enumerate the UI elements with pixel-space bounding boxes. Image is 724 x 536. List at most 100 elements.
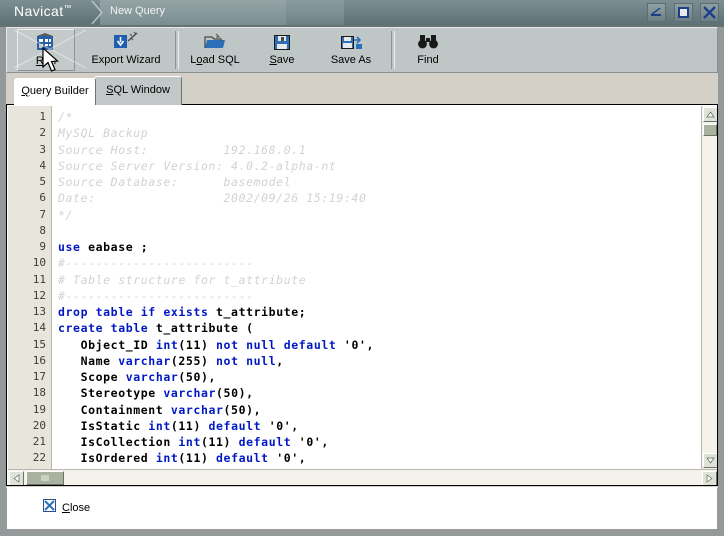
- tab-sql-window[interactable]: SQL Window: [94, 76, 182, 105]
- close-x-icon: [43, 499, 56, 517]
- line-number: 9: [39, 240, 46, 253]
- view-tabs: Query Builder SQL Window: [6, 73, 718, 107]
- line-number: 12: [32, 288, 46, 302]
- save-button[interactable]: Save: [251, 29, 313, 71]
- line-number-gutter: 1 2 3 4 5 6 7 8 9 10 11 12 13 14 15 16 17 18 19 20 21 22: [8, 106, 52, 469]
- tab-query-builder[interactable]: Query Builder: [14, 78, 96, 105]
- code-line: Stereotype varchar(50),: [58, 386, 254, 400]
- find-button[interactable]: Find: [397, 29, 459, 71]
- app-brand: Navicat™: [14, 3, 72, 19]
- code-token: (50),: [216, 386, 254, 401]
- code-token: /*: [58, 110, 74, 124]
- code-token: (255): [170, 353, 217, 368]
- horizontal-scroll-thumb[interactable]: [26, 471, 64, 485]
- line-number: 15: [32, 337, 46, 351]
- line-number: 1: [39, 110, 46, 123]
- document-title: New Query: [110, 5, 166, 17]
- save-as-button-label: Save As: [330, 54, 372, 66]
- code-token: varchar: [163, 386, 217, 401]
- code-token: (11): [200, 435, 239, 449]
- code-line: Source Server Version: 4.0.2-alpha-nt: [58, 159, 336, 173]
- sql-editor[interactable]: 1 2 3 4 5 6 7 8 9 10 11 12 13 14 15 16 17 18 19 20 21 22 /* My…: [8, 106, 717, 485]
- code-token: IsCollection: [58, 435, 179, 449]
- vertical-scroll-thumb[interactable]: [703, 124, 717, 136]
- line-number: 18: [32, 386, 46, 400]
- line-number: 20: [32, 418, 46, 432]
- scroll-right-button[interactable]: [702, 471, 717, 485]
- code-token: # Table structure for t_attribute: [58, 272, 307, 287]
- code-token: '0',: [261, 418, 299, 433]
- code-token: (50),: [178, 370, 217, 384]
- code-line: create table t_attribute (: [58, 321, 254, 335]
- export-wizard-button[interactable]: Export Wizard: [77, 29, 175, 71]
- navicat-query-window: Navicat™ New Query Run Export Wizard Loa…: [0, 0, 724, 536]
- main-toolbar: Run Export Wizard Load SQL Save Save As …: [6, 27, 718, 73]
- line-number: 2: [39, 126, 46, 140]
- toolbar-separator: [175, 31, 179, 69]
- title-document-band-secondary: [286, 0, 344, 25]
- code-line: IsStatic int(11) default '0',: [58, 419, 299, 433]
- export-wizard-button-label: Export Wizard: [91, 54, 161, 66]
- line-number: 17: [32, 370, 46, 383]
- run-button[interactable]: Run: [17, 29, 75, 71]
- code-token: Source Database: basemodel: [58, 175, 292, 189]
- code-token: MySQL Backup: [58, 126, 149, 141]
- line-number: 8: [39, 223, 46, 237]
- code-token: '0',: [268, 451, 307, 466]
- open-folder-icon: [181, 31, 249, 53]
- line-number: 4: [39, 158, 46, 172]
- toolbar-separator: [391, 31, 395, 69]
- minimize-button[interactable]: [647, 3, 667, 22]
- code-line: Containment varchar(50),: [58, 403, 261, 417]
- code-token: default: [208, 418, 262, 433]
- save-as-button[interactable]: Save As: [315, 29, 387, 71]
- editor-horizontal-scrollbar[interactable]: [8, 469, 717, 485]
- sql-editor-frame: 1 2 3 4 5 6 7 8 9 10 11 12 13 14 15 16 17 18 19 20 21 22 /* My…: [6, 104, 718, 486]
- code-line: Name varchar(255) not null,: [58, 354, 284, 368]
- code-token: default: [216, 451, 269, 466]
- close-button-label: Close: [62, 502, 91, 514]
- load-sql-button[interactable]: Load SQL: [181, 29, 249, 71]
- scroll-down-button[interactable]: [703, 453, 717, 468]
- line-number: 16: [32, 353, 46, 367]
- code-token: use: [58, 240, 81, 254]
- code-line: Date: 2002/09/26 15:19:40: [58, 191, 366, 205]
- export-wizard-icon: [77, 31, 175, 53]
- code-line: MySQL Backup: [58, 126, 148, 140]
- code-token: Stereotype: [58, 386, 164, 401]
- code-line: /*: [58, 110, 73, 124]
- code-token: t_attribute (: [148, 321, 254, 336]
- dialog-footer: Close: [6, 487, 718, 530]
- line-number: 21: [32, 435, 46, 448]
- code-token: ,: [276, 353, 284, 368]
- code-token: eabase ;: [80, 240, 149, 254]
- line-number: 14: [32, 321, 46, 335]
- code-token: (11): [178, 451, 217, 466]
- close-window-button[interactable]: [700, 3, 719, 22]
- code-token: int: [155, 451, 179, 466]
- code-token: '0',: [291, 435, 329, 449]
- code-line: # Table structure for t_attribute: [58, 273, 306, 287]
- code-token: (50),: [223, 402, 262, 417]
- code-token: Name: [58, 353, 119, 368]
- code-line: drop table if exists t_attribute;: [58, 305, 306, 319]
- editor-vertical-scrollbar[interactable]: [701, 106, 717, 469]
- floppy-disk-icon: [251, 31, 313, 53]
- scroll-up-button[interactable]: [703, 107, 717, 122]
- code-token: #-------------------------: [58, 288, 254, 303]
- scroll-left-button[interactable]: [9, 471, 24, 485]
- line-number: 7: [39, 207, 46, 221]
- save-as-icon: [315, 31, 387, 53]
- code-token: int: [178, 435, 201, 449]
- sql-code-area[interactable]: /* MySQL Backup Source Host: 192.168.0.1 So…: [56, 106, 696, 469]
- close-button[interactable]: Close: [43, 498, 90, 518]
- trademark-glyph: ™: [63, 3, 72, 13]
- line-number: 19: [32, 402, 46, 416]
- code-token: Object_ID: [58, 337, 156, 352]
- code-line: #-------------------------: [58, 289, 254, 303]
- code-line: Source Host: 192.168.0.1: [58, 143, 306, 157]
- maximize-button[interactable]: [673, 3, 693, 22]
- code-token: (11): [178, 337, 217, 352]
- run-icon: [18, 32, 74, 54]
- code-token: */: [58, 207, 74, 222]
